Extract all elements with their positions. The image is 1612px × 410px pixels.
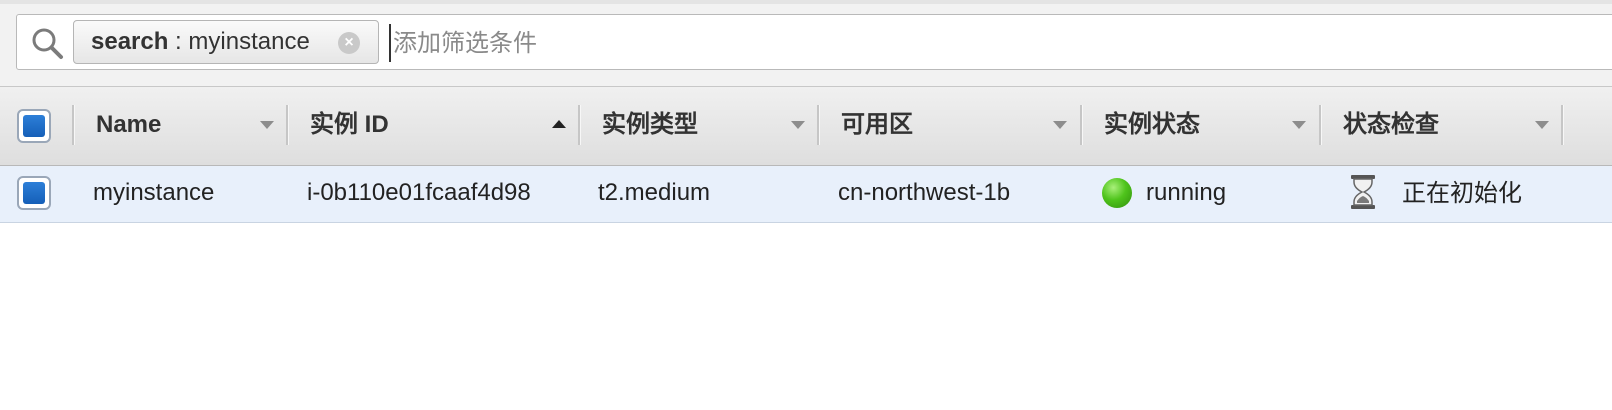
sort-caret-down-icon[interactable] [791,121,805,129]
sort-caret-up-icon[interactable] [552,120,566,128]
column-divider[interactable] [817,105,820,145]
column-divider[interactable] [1561,105,1564,145]
select-all-checkbox[interactable] [17,109,51,143]
column-header-availability-zone[interactable]: 可用区 [821,87,1081,165]
cell-status-check: 正在初始化 [1402,179,1522,207]
sort-caret-down-icon[interactable] [1535,121,1549,129]
column-header-label: 实例类型 [602,111,698,138]
column-header-label: 状态检查 [1343,111,1439,138]
column-header-status-check[interactable]: 状态检查 [1323,87,1563,165]
cell-instance-type: t2.medium [598,179,711,206]
filter-token-separator: : [168,28,189,55]
sort-caret-down-icon[interactable] [1053,121,1067,129]
column-header-label: 实例 ID [310,111,389,138]
column-divider[interactable] [578,105,581,145]
cell-instance-state: running [1146,179,1227,206]
table-row[interactable]: myinstance i-0b110e01fcaaf4d98 t2.medium… [0,166,1612,223]
close-icon[interactable]: × [338,32,360,54]
column-header-instance-type[interactable]: 实例类型 [582,87,818,165]
column-divider[interactable] [286,105,289,145]
column-header-label: Name [96,111,162,138]
filter-token[interactable]: search : myinstance × [73,20,379,64]
column-header-instance-state[interactable]: 实例状态 [1084,87,1320,165]
column-divider[interactable] [1080,105,1083,145]
column-header-label: 可用区 [841,111,913,138]
search-box[interactable]: search : myinstance × [16,14,1612,70]
column-divider[interactable] [1319,105,1322,145]
cell-instance-id: i-0b110e01fcaaf4d98 [307,179,531,206]
running-status-icon [1102,178,1132,208]
filter-token-value: myinstance [188,28,310,55]
filter-bar: search : myinstance × [0,4,1612,86]
search-icon [32,28,63,59]
sort-caret-down-icon[interactable] [1292,121,1306,129]
cell-availability-zone: cn-northwest-1b [838,179,1011,206]
column-header-label: 实例状态 [1104,111,1200,138]
column-header-name[interactable]: Name [76,87,286,165]
add-filter-input[interactable] [389,24,893,62]
sort-caret-down-icon[interactable] [260,121,274,129]
table-header: Name 实例 ID 实例类型 可用区 实例状态 状态检查 [0,86,1612,166]
row-checkbox[interactable] [17,176,51,210]
hourglass-icon [1351,175,1375,209]
cell-name: myinstance [93,179,215,206]
column-header-instance-id[interactable]: 实例 ID [290,87,578,165]
filter-token-key: search [91,28,169,55]
column-divider[interactable] [72,105,75,145]
